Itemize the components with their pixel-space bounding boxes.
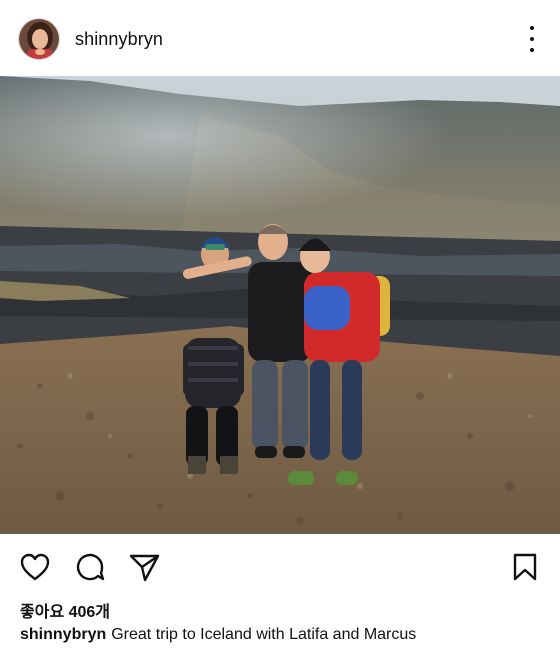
- post-username[interactable]: shinnybryn: [75, 29, 163, 50]
- send-icon[interactable]: [127, 550, 161, 584]
- bookmark-icon[interactable]: [508, 550, 542, 584]
- post-photo-image: [0, 76, 560, 534]
- caption-text: Great trip to Iceland with Latifa and Ma…: [111, 626, 417, 643]
- post-header: shinnybryn: [0, 0, 560, 76]
- post-actions: [0, 534, 560, 596]
- heart-icon[interactable]: [18, 550, 52, 584]
- likes-count[interactable]: 좋아요 406개: [20, 598, 110, 622]
- post-photo[interactable]: [0, 76, 560, 534]
- post-caption: shinnybryn Great trip to Iceland with Lat…: [20, 626, 416, 644]
- comment-icon[interactable]: [73, 550, 107, 584]
- caption-username[interactable]: shinnybryn: [20, 626, 106, 643]
- avatar-image: [19, 19, 59, 59]
- more-vertical-icon[interactable]: [526, 26, 538, 52]
- avatar[interactable]: [18, 18, 60, 60]
